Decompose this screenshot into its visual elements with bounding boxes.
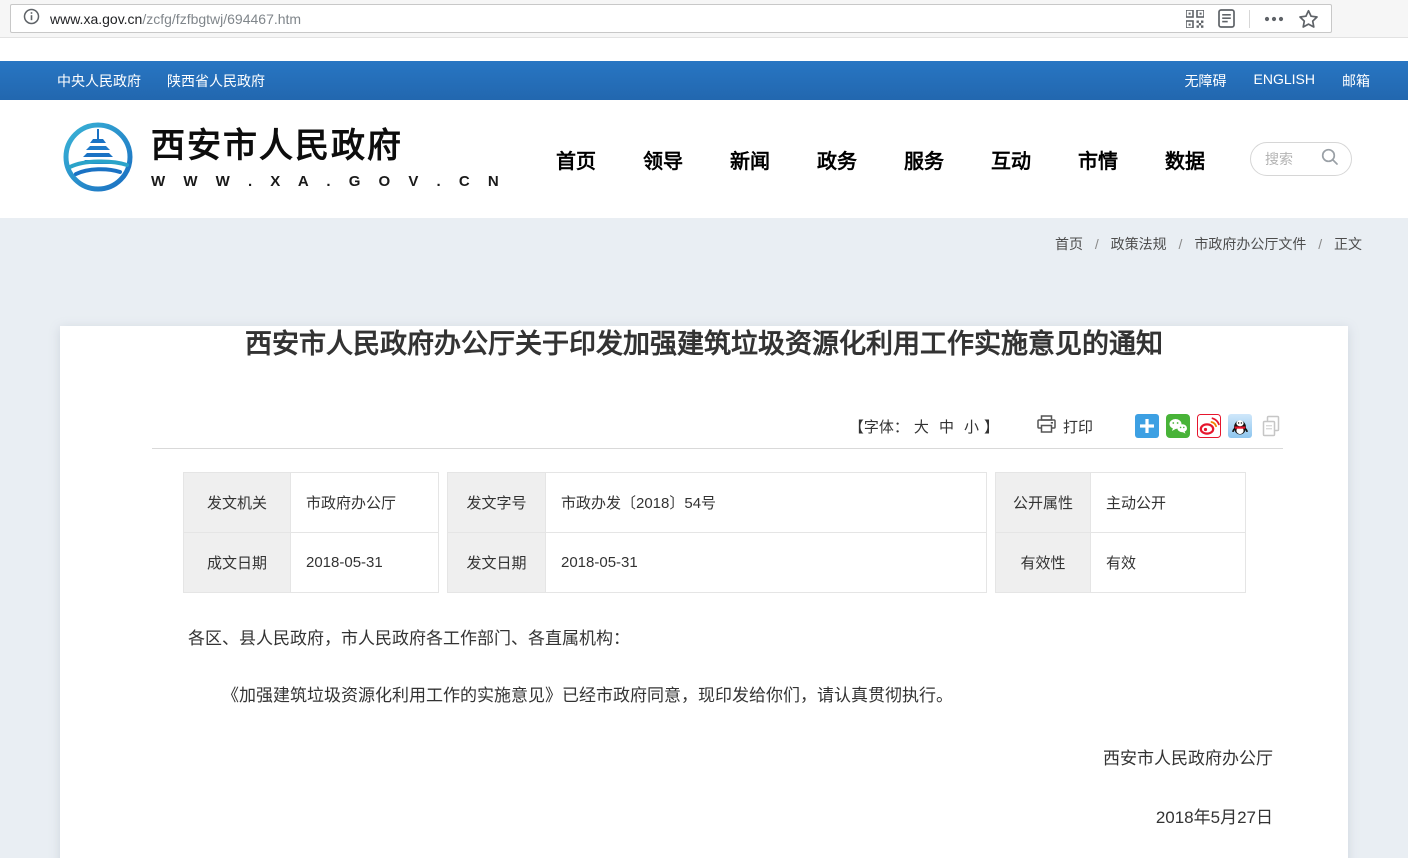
toolbar-divider bbox=[152, 448, 1283, 449]
document-meta-table: 发文机关 市政府办公厅 成文日期 2018-05-31 发文字号 市政办发〔20… bbox=[183, 472, 1348, 593]
link-english[interactable]: ENGLISH bbox=[1254, 71, 1315, 91]
search-box[interactable] bbox=[1250, 142, 1352, 176]
toolbar-separator bbox=[1249, 10, 1250, 28]
nav-item-data[interactable]: 数据 bbox=[1165, 145, 1205, 174]
document-title: 西安市人民政府办公厅关于印发加强建筑垃圾资源化利用工作实施意见的通知 bbox=[160, 326, 1248, 362]
meta-label: 成文日期 bbox=[184, 533, 291, 593]
link-accessibility[interactable]: 无障碍 bbox=[1185, 71, 1227, 91]
chrome-page-gap bbox=[0, 38, 1408, 61]
meta-value: 市政府办公厅 bbox=[291, 473, 439, 533]
font-size-medium-button[interactable]: 中 bbox=[939, 416, 954, 437]
share-qq-icon[interactable] bbox=[1228, 414, 1252, 438]
share-more-icon[interactable] bbox=[1135, 414, 1159, 438]
meta-value: 市政办发〔2018〕54号 bbox=[546, 473, 987, 533]
reader-mode-icon[interactable] bbox=[1218, 9, 1235, 28]
font-size-small-button[interactable]: 小 bbox=[964, 416, 979, 437]
browser-address-bar: www.xa.gov.cn/zcfg/fzfbgtwj/694467.htm bbox=[0, 0, 1408, 38]
meta-label: 发文字号 bbox=[448, 473, 546, 533]
article-toolbar: 【字体： 大 中 小 】 打印 bbox=[152, 414, 1283, 438]
copy-link-icon[interactable] bbox=[1259, 414, 1283, 438]
url-text[interactable]: www.xa.gov.cn/zcfg/fzfbgtwj/694467.htm bbox=[50, 11, 1186, 27]
link-mailbox[interactable]: 邮箱 bbox=[1342, 71, 1370, 91]
body-paragraph: 《加强建筑垃圾资源化利用工作的实施意见》已经市政府同意，现印发给你们，请认真贯彻… bbox=[188, 683, 1273, 709]
meta-group-number-date: 发文字号 市政办发〔2018〕54号 发文日期 2018-05-31 bbox=[447, 472, 987, 593]
meta-group-publicity-validity: 公开属性 主动公开 有效性 有效 bbox=[995, 472, 1246, 593]
xian-government-logo-icon bbox=[60, 119, 136, 200]
more-options-icon[interactable] bbox=[1264, 16, 1284, 22]
main-navigation: 首页 领导 新闻 政务 服务 互动 市情 数据 bbox=[556, 145, 1205, 174]
article-card: 西安市人民政府办公厅关于印发加强建筑垃圾资源化利用工作实施意见的通知 【字体： … bbox=[60, 326, 1348, 858]
government-links-bar: 中央人民政府 陕西省人民政府 无障碍 ENGLISH 邮箱 bbox=[0, 61, 1408, 100]
meta-label: 发文机关 bbox=[184, 473, 291, 533]
meta-label: 发文日期 bbox=[448, 533, 546, 593]
search-icon[interactable] bbox=[1321, 148, 1339, 171]
share-wechat-icon[interactable] bbox=[1166, 414, 1190, 438]
meta-value: 2018-05-31 bbox=[291, 533, 439, 593]
print-button[interactable]: 打印 bbox=[1037, 415, 1093, 437]
breadcrumb-policies[interactable]: 政策法规 bbox=[1111, 236, 1167, 252]
breadcrumb-separator: / bbox=[1179, 236, 1183, 252]
font-size-suffix: 】 bbox=[984, 416, 999, 437]
meta-label: 有效性 bbox=[996, 533, 1091, 593]
site-domain: W W W . X A . G O V . C N bbox=[151, 173, 506, 190]
salutation-paragraph: 各区、县人民政府，市人民政府各工作部门、各直属机构： bbox=[188, 626, 1273, 652]
signature-date: 2018年5月27日 bbox=[188, 805, 1273, 831]
font-size-large-button[interactable]: 大 bbox=[914, 416, 929, 437]
meta-value: 主动公开 bbox=[1091, 473, 1246, 533]
qr-code-icon[interactable] bbox=[1186, 10, 1204, 28]
share-bar bbox=[1135, 414, 1283, 438]
breadcrumb-separator: / bbox=[1318, 236, 1322, 252]
font-size-widget: 【字体： 大 中 小 】 bbox=[849, 416, 999, 437]
url-field[interactable]: www.xa.gov.cn/zcfg/fzfbgtwj/694467.htm bbox=[10, 4, 1332, 33]
meta-label: 公开属性 bbox=[996, 473, 1091, 533]
share-weibo-icon[interactable] bbox=[1197, 414, 1221, 438]
bookmark-star-icon[interactable] bbox=[1298, 9, 1319, 29]
breadcrumb-home[interactable]: 首页 bbox=[1055, 236, 1083, 252]
breadcrumb-office-documents[interactable]: 市政府办公厅文件 bbox=[1194, 236, 1306, 252]
print-label: 打印 bbox=[1063, 416, 1093, 437]
breadcrumb: 首页 / 政策法规 / 市政府办公厅文件 / 正文 bbox=[0, 218, 1408, 254]
signature-line: 西安市人民政府办公厅 bbox=[188, 746, 1273, 772]
font-size-prefix: 【字体： bbox=[849, 416, 909, 437]
site-name: 西安市人民政府 bbox=[151, 128, 506, 165]
nav-item-services[interactable]: 服务 bbox=[904, 145, 944, 174]
info-icon[interactable] bbox=[23, 8, 40, 30]
nav-item-interaction[interactable]: 互动 bbox=[991, 145, 1031, 174]
nav-item-government-affairs[interactable]: 政务 bbox=[817, 145, 857, 174]
nav-item-news[interactable]: 新闻 bbox=[730, 145, 770, 174]
site-header: 西安市人民政府 W W W . X A . G O V . C N 首页 领导 … bbox=[0, 100, 1408, 218]
breadcrumb-separator: / bbox=[1095, 236, 1099, 252]
nav-item-city-profile[interactable]: 市情 bbox=[1078, 145, 1118, 174]
meta-value: 2018-05-31 bbox=[546, 533, 987, 593]
link-central-government[interactable]: 中央人民政府 bbox=[57, 71, 141, 91]
link-shaanxi-government[interactable]: 陕西省人民政府 bbox=[167, 71, 265, 91]
meta-value: 有效 bbox=[1091, 533, 1246, 593]
meta-group-organ-date: 发文机关 市政府办公厅 成文日期 2018-05-31 bbox=[183, 472, 439, 593]
breadcrumb-current: 正文 bbox=[1334, 236, 1362, 252]
site-logo[interactable]: 西安市人民政府 W W W . X A . G O V . C N bbox=[60, 119, 506, 200]
page-content-area: 首页 / 政策法规 / 市政府办公厅文件 / 正文 西安市人民政府办公厅关于印发… bbox=[0, 218, 1408, 858]
document-body: 各区、县人民政府，市人民政府各工作部门、各直属机构： 《加强建筑垃圾资源化利用工… bbox=[188, 626, 1273, 831]
printer-icon bbox=[1037, 415, 1056, 437]
search-input[interactable] bbox=[1265, 151, 1321, 167]
nav-item-leaders[interactable]: 领导 bbox=[643, 145, 683, 174]
nav-item-home[interactable]: 首页 bbox=[556, 145, 596, 174]
